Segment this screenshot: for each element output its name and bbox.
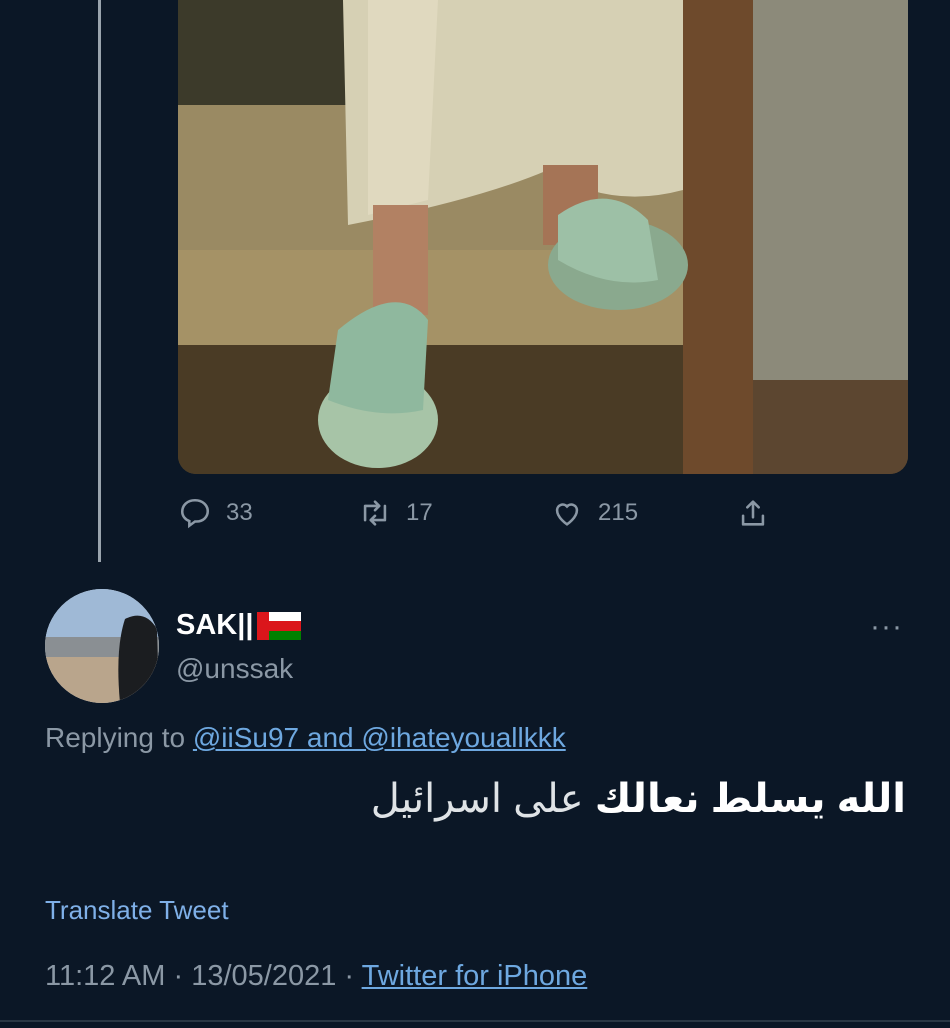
display-name[interactable]: SAK||	[176, 609, 302, 642]
retweet-count: 17	[406, 499, 433, 526]
replying-targets-link[interactable]: @iiSu97 and @ihateyouallkkk	[193, 722, 566, 753]
more-options-icon[interactable]: ···	[870, 610, 903, 644]
avatar[interactable]	[45, 589, 159, 703]
tweet-date: 13/05/2021	[191, 960, 337, 992]
meta-separator: ·	[173, 960, 184, 992]
reply-icon	[180, 498, 210, 529]
user-handle[interactable]: @unssak	[176, 653, 293, 685]
retweet-icon	[363, 500, 387, 526]
photo-feet-sandals	[178, 0, 908, 474]
like-icon	[555, 503, 579, 526]
reply-count: 33	[226, 499, 253, 526]
tweet-metadata: 11:12 AM · 13/05/2021 · Twitter for iPho…	[45, 960, 587, 993]
thread-connector-line	[98, 0, 101, 562]
tweet-time: 11:12 AM	[45, 960, 166, 992]
replying-to-line: Replying to @iiSu97 and @ihateyouallkkk	[45, 722, 566, 754]
divider	[0, 1020, 950, 1022]
tweet-text-bold: الله يسلط نعالك	[594, 777, 906, 821]
tweet-media-image[interactable]	[178, 0, 908, 474]
oman-flag-icon	[257, 611, 302, 640]
like-button[interactable]: 215	[550, 496, 638, 530]
retweet-button[interactable]: 17	[358, 496, 433, 530]
share-button[interactable]	[736, 496, 770, 530]
tweet-source-link[interactable]: Twitter for iPhone	[362, 960, 588, 992]
like-count: 215	[598, 499, 639, 526]
tweet-body: الله يسلط نعالك على اسرائيل	[371, 776, 906, 822]
tweet-action-bar: 33 17 215	[0, 496, 950, 536]
share-icon	[741, 500, 765, 526]
translate-tweet-link[interactable]: Translate Tweet	[45, 895, 229, 926]
avatar-image	[45, 589, 159, 703]
display-name-text: SAK||	[176, 609, 254, 641]
meta-separator: ·	[344, 960, 355, 992]
tweet-text-regular: على اسرائيل	[370, 777, 584, 821]
replying-prefix: Replying to	[45, 722, 186, 753]
reply-button[interactable]: 33	[178, 496, 253, 530]
